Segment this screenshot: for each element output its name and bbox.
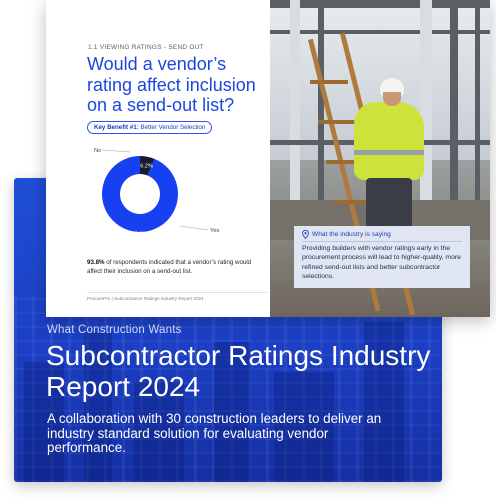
cover-eyebrow: What Construction Wants (47, 324, 182, 336)
leader-line-yes (179, 225, 209, 231)
page-headline: Would a vendor’s rating affect inclusion… (87, 54, 256, 115)
key-benefit-text: Better Vendor Selection (138, 124, 206, 131)
report-page: 1.1 VIEWING RATINGS - SEND OUT Would a v… (46, 0, 490, 317)
footer-divider (87, 292, 267, 293)
industry-quote-card: What the industry is saying Providing bu… (294, 226, 470, 288)
category-label-yes: Yes (210, 228, 220, 234)
stat-description: of respondents indicated that a vendor’s… (87, 259, 252, 275)
data-label-yes: 93.8% (131, 231, 147, 237)
section-label: 1.1 VIEWING RATINGS - SEND OUT (88, 44, 204, 51)
stat-highlight: 93.8% (87, 259, 105, 266)
stat-text: 93.8% of respondents indicated that a ve… (87, 258, 267, 276)
cover-subtitle: A collaboration with 30 construction lea… (47, 411, 382, 455)
category-label-no: No (94, 148, 101, 154)
quote-heading: What the industry is saying (312, 231, 391, 238)
key-benefit-badge: Key Benefit #1: Better Vendor Selection (87, 121, 213, 134)
location-pin-icon (302, 230, 309, 239)
data-label-no: 6.2% (140, 164, 153, 170)
cover-title: Subcontractor Ratings Industry Report 20… (46, 340, 431, 402)
quote-body: Providing builders with vendor ratings e… (302, 245, 461, 281)
leader-line-no (101, 149, 131, 153)
report-left-column: 1.1 VIEWING RATINGS - SEND OUT Would a v… (46, 0, 270, 317)
quote-divider (302, 241, 462, 242)
key-benefit-prefix: Key Benefit #1: (94, 124, 139, 131)
donut-chart: 6.2% 93.8% No Yes (94, 148, 220, 237)
page-footer: ProcurePro | Subcontractor Ratings Indus… (87, 296, 204, 301)
